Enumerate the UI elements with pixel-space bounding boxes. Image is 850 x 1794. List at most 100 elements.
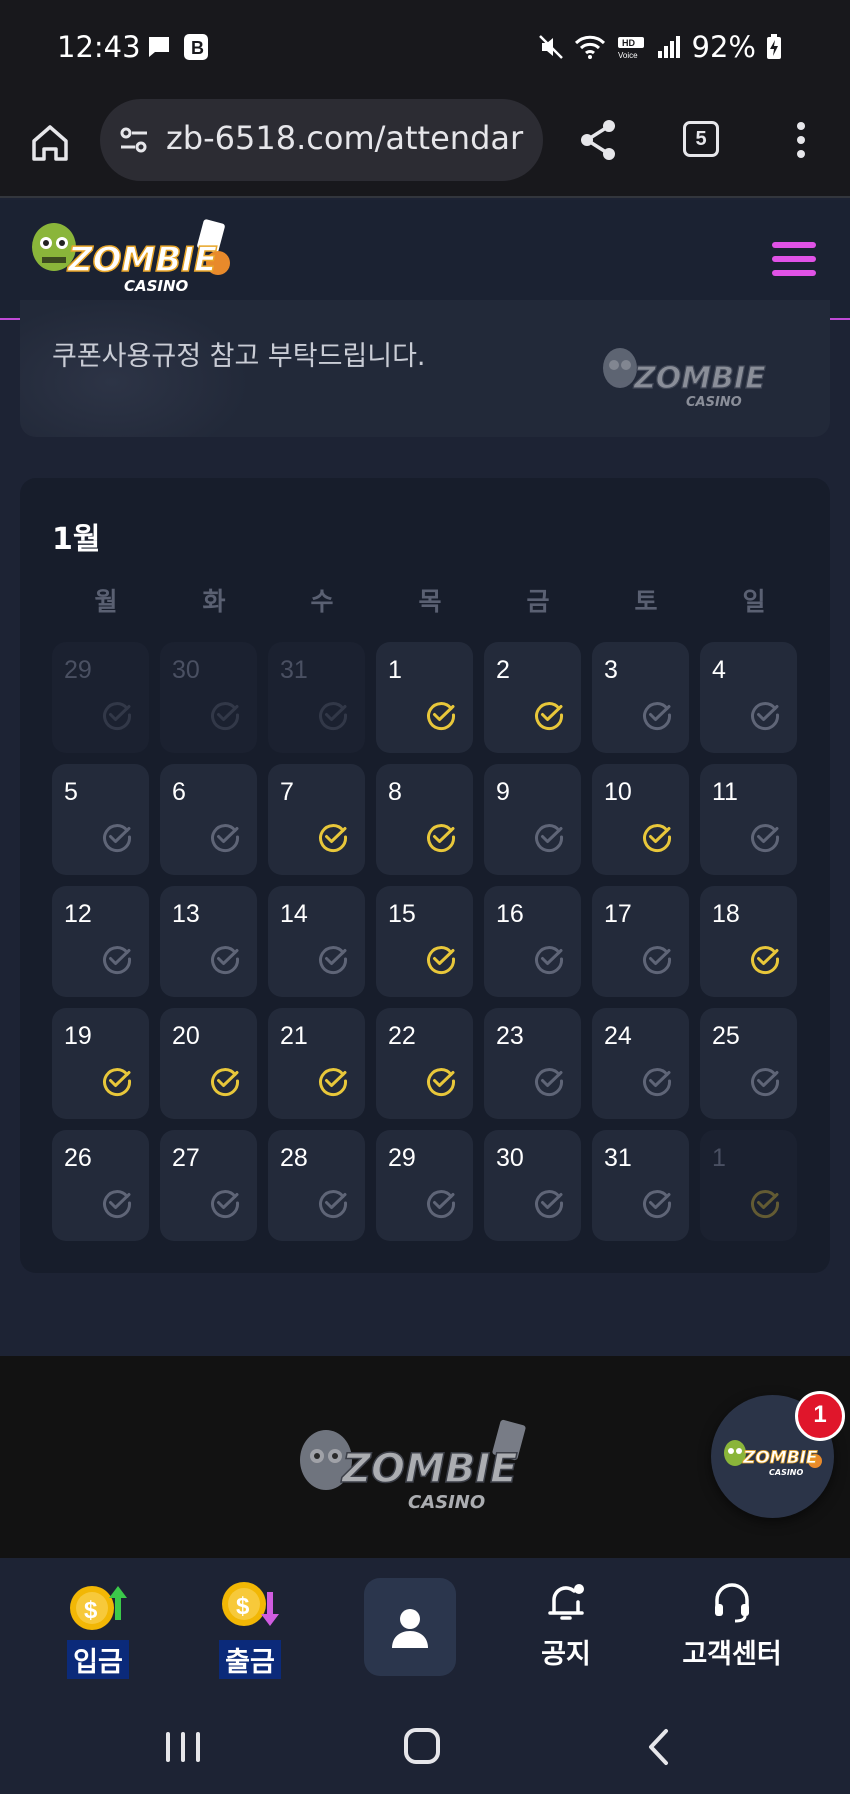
share-icon[interactable] — [578, 118, 618, 162]
mute-icon — [538, 35, 563, 59]
calendar-day: 26 — [52, 1130, 149, 1241]
day-number: 30 — [496, 1144, 524, 1172]
weekday-sat: 토 — [634, 587, 658, 616]
nav-deposit[interactable]: $ 입금 — [38, 1580, 158, 1679]
calendar-day: 1 — [376, 642, 473, 753]
unchecked-icon — [103, 946, 132, 975]
weekday-fri: 금 — [526, 587, 550, 616]
unchecked-icon — [319, 702, 348, 731]
svg-text:B: B — [191, 38, 204, 58]
tab-switcher-button[interactable]: 5 — [683, 121, 719, 157]
url-text: zb-6518.com/attendar — [166, 119, 524, 157]
unchecked-icon — [535, 1068, 564, 1097]
site-settings-icon[interactable] — [118, 124, 150, 156]
day-number: 22 — [388, 1022, 416, 1050]
calendar-day: 1 — [700, 1130, 797, 1241]
day-number: 3 — [604, 656, 618, 684]
bottom-nav: $ 입금 $ 출금 공지 고객센터 — [0, 1558, 850, 1694]
footer-logo: ZOMBIE CASINO — [296, 1416, 556, 1520]
calendar-day: 16 — [484, 886, 581, 997]
calendar-day: 5 — [52, 764, 149, 875]
home-icon[interactable] — [28, 121, 72, 165]
unchecked-icon — [643, 1190, 672, 1219]
checked-icon — [211, 1068, 240, 1097]
month-title: 1월 — [52, 522, 101, 557]
checked-icon — [751, 1190, 780, 1219]
hamburger-menu-icon[interactable] — [772, 242, 816, 276]
unchecked-icon — [211, 824, 240, 853]
status-time: 12:43 — [57, 30, 141, 64]
headset-icon — [715, 1583, 749, 1623]
day-number: 8 — [388, 778, 402, 806]
my-page-button[interactable] — [364, 1578, 456, 1676]
battery-charging-icon — [767, 34, 781, 59]
calendar-day: 21 — [268, 1008, 365, 1119]
chat-floating-button[interactable]: ZOMBIE CASINO 1 — [711, 1391, 845, 1518]
unchecked-icon — [751, 702, 780, 731]
notice-label: 공지 — [541, 1639, 591, 1670]
more-options-icon[interactable] — [795, 120, 807, 160]
unchecked-icon — [211, 1190, 240, 1219]
address-bar[interactable]: zb-6518.com/attendar — [100, 99, 543, 181]
unchecked-icon — [103, 824, 132, 853]
calendar-day: 25 — [700, 1008, 797, 1119]
checked-icon — [643, 824, 672, 853]
system-home-icon[interactable] — [404, 1728, 440, 1764]
calendar-day: 8 — [376, 764, 473, 875]
day-number: 15 — [388, 900, 416, 928]
unchecked-icon — [103, 702, 132, 731]
calendar-day: 12 — [52, 886, 149, 997]
unchecked-icon — [535, 946, 564, 975]
day-number: 21 — [280, 1022, 308, 1050]
day-number: 6 — [172, 778, 186, 806]
calendar-day: 18 — [700, 886, 797, 997]
day-number: 1 — [712, 1144, 726, 1172]
banner-text: 쿠폰사용규정 참고 부탁드립니다. — [52, 341, 426, 372]
recent-apps-icon[interactable] — [166, 1732, 200, 1762]
day-number: 31 — [604, 1144, 632, 1172]
calendar-day: 9 — [484, 764, 581, 875]
day-number: 25 — [712, 1022, 740, 1050]
zombie-casino-logo[interactable]: ZOMBIE CASINO — [30, 215, 236, 299]
day-number: 11 — [712, 778, 738, 806]
weekday-header: 월 화 수 목 금 토 일 — [52, 582, 808, 618]
day-number: 20 — [172, 1022, 200, 1050]
unchecked-icon — [751, 1068, 780, 1097]
unchecked-icon — [211, 702, 240, 731]
calendar-day: 19 — [52, 1008, 149, 1119]
back-icon[interactable] — [646, 1728, 670, 1766]
calendar-grid: 29 30 31 1 2 3 4 5 6 7 8 9 10 11 12 13 14 15 16 17 18 19 20 21 2… — [52, 642, 797, 1241]
day-number: 16 — [496, 900, 524, 928]
withdraw-coin-icon: $ — [222, 1582, 279, 1626]
unchecked-icon — [103, 1190, 132, 1219]
nav-notice[interactable]: 공지 — [506, 1580, 626, 1671]
checked-icon — [427, 946, 456, 975]
day-number: 23 — [496, 1022, 524, 1050]
day-number: 1 — [388, 656, 402, 684]
day-number: 24 — [604, 1022, 632, 1050]
day-number: 18 — [712, 900, 740, 928]
support-label: 고객센터 — [682, 1639, 782, 1670]
unchecked-icon — [319, 946, 348, 975]
banner-logo: ZOMBIE CASINO — [600, 340, 800, 414]
day-number: 19 — [64, 1022, 92, 1050]
wifi-icon — [574, 35, 605, 59]
checked-icon — [751, 946, 780, 975]
battery-percent: 92% — [691, 30, 756, 64]
svg-text:HD: HD — [622, 38, 635, 48]
logo-text-main: ZOMBIE — [67, 240, 217, 280]
unchecked-icon — [427, 1190, 456, 1219]
day-number: 14 — [280, 900, 308, 928]
user-icon — [392, 1609, 428, 1648]
footer-logo-subtext: CASINO — [408, 1492, 485, 1513]
day-number: 27 — [172, 1144, 200, 1172]
day-number: 4 — [712, 656, 726, 684]
calendar-day: 15 — [376, 886, 473, 997]
nav-support[interactable]: 고객센터 — [672, 1580, 792, 1671]
calendar-day: 27 — [160, 1130, 257, 1241]
nav-withdraw[interactable]: $ 출금 — [190, 1580, 310, 1679]
calendar-day: 30 — [160, 642, 257, 753]
day-number: 5 — [64, 778, 78, 806]
day-number: 12 — [64, 900, 92, 928]
system-navigation-bar — [0, 1694, 850, 1794]
